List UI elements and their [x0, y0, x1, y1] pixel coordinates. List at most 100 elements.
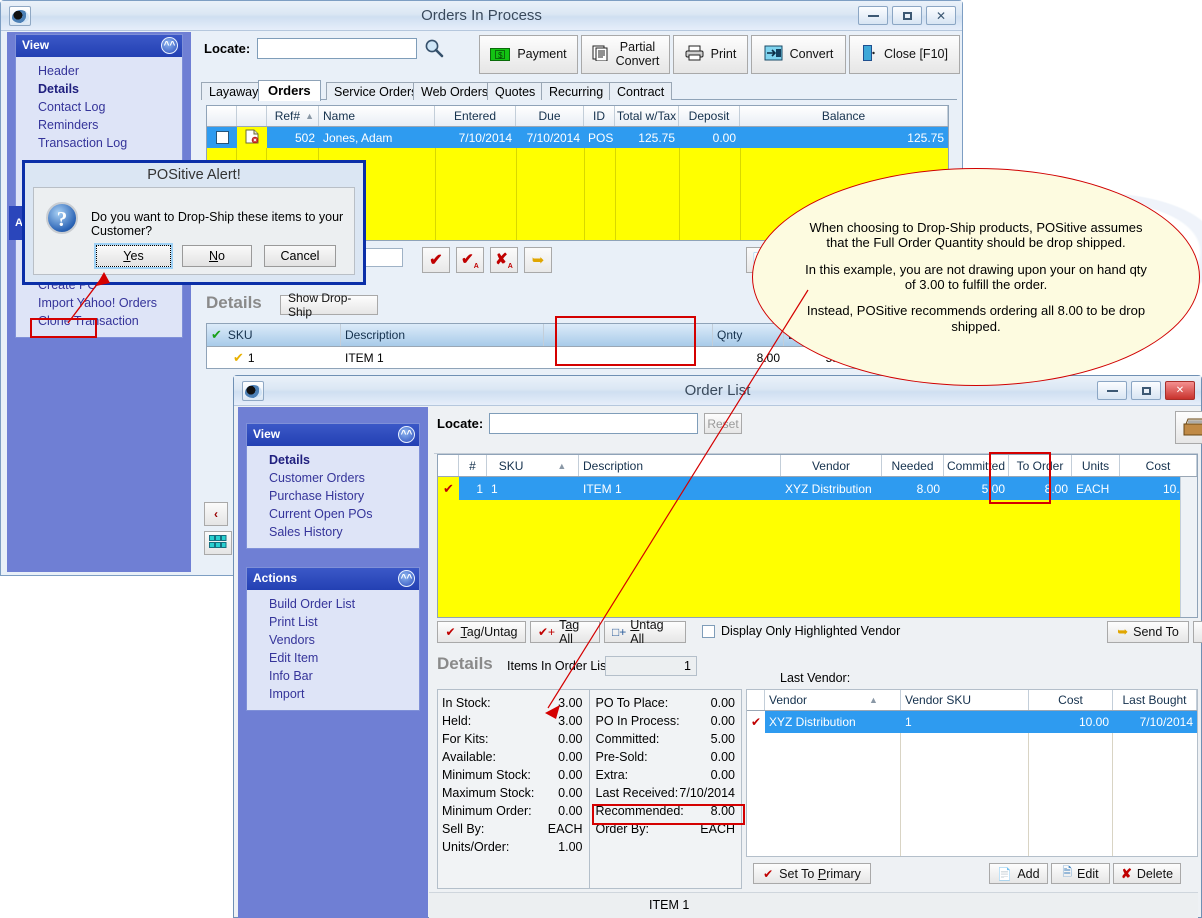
sidebar-item-details[interactable]: Details	[16, 80, 182, 98]
minimize-button[interactable]	[1097, 381, 1127, 400]
sidebar-item-header[interactable]: Header	[16, 62, 182, 80]
column-header-sku[interactable]: SKU	[499, 459, 524, 473]
sidebar-item-current-open-pos[interactable]: Current Open POs	[247, 505, 419, 523]
column-header-num[interactable]: #	[469, 459, 476, 473]
payment-button[interactable]: $ Payment	[479, 35, 578, 74]
sidebar-item-sales-history[interactable]: Sales History	[247, 523, 419, 541]
tab-orders[interactable]: Orders	[258, 80, 321, 101]
sidebar-item-info-bar[interactable]: Info Bar	[247, 667, 419, 685]
order-list-actions-group-header[interactable]: Actions ^^	[247, 568, 419, 590]
create-pos-button[interactable]: Create PO's [F10]	[1175, 411, 1202, 444]
tag-untag-button[interactable]: ✔ Tag/Untag	[437, 621, 526, 643]
column-header-cost[interactable]: Cost	[1146, 459, 1171, 473]
column-header-total[interactable]: Total w/Tax	[617, 109, 676, 123]
table-row[interactable]: ✔ 1 1 ITEM 1 XYZ Distribution 8.00 5.00 …	[438, 477, 1197, 500]
column-header-sku[interactable]: SKU	[228, 328, 253, 342]
orders-nav-prev-button[interactable]: ‹	[204, 502, 228, 526]
vendor-add-button[interactable]: 📄 Add	[989, 863, 1048, 884]
column-header-needed[interactable]: Needed	[891, 459, 933, 473]
tab-recurring[interactable]: Recurring	[541, 82, 612, 100]
row-checkbox[interactable]	[215, 131, 229, 144]
mark-all-button[interactable]: ✔A	[456, 247, 484, 273]
sidebar-item-contact-log[interactable]: Contact Log	[16, 98, 182, 116]
locate-input[interactable]	[257, 38, 417, 59]
reset-button[interactable]: Reset	[704, 413, 742, 434]
sidebar-item-purchase-history[interactable]: Purchase History	[247, 487, 419, 505]
red-check-icon[interactable]: ✔	[443, 481, 454, 497]
print-button[interactable]: Print	[673, 35, 748, 74]
column-header-committed[interactable]: Committed	[947, 459, 1005, 473]
column-header-vendor[interactable]: Vendor	[812, 459, 850, 473]
red-check-icon[interactable]: ✔	[751, 715, 761, 729]
search-icon[interactable]	[423, 38, 445, 59]
chevron-up-icon[interactable]: ^^	[161, 37, 178, 54]
chevron-up-icon[interactable]: ^^	[398, 426, 415, 443]
table-row[interactable]: ✔ XYZ Distribution 1 10.00 7/10/2014	[747, 711, 1197, 733]
column-header-entered[interactable]: Entered	[454, 109, 496, 123]
sidebar-item-build-order-list[interactable]: Build Order List	[247, 595, 419, 613]
grid-vertical-scrollbar[interactable]	[1180, 477, 1197, 617]
column-header-vendor-sku[interactable]: Vendor SKU	[905, 693, 971, 707]
tab-contract[interactable]: Contract	[609, 82, 673, 100]
sidebar-item-details[interactable]: Details	[247, 451, 419, 469]
locate-input[interactable]	[489, 413, 698, 434]
column-header-units[interactable]: Units	[1082, 459, 1109, 473]
tab-service-orders[interactable]: Service Orders	[326, 82, 426, 100]
sidebar-item-transaction-log[interactable]: Transaction Log	[16, 134, 182, 152]
column-header-description[interactable]: Description	[345, 328, 405, 342]
display-only-highlighted-vendor-checkbox[interactable]: Display Only Highlighted Vendor	[702, 624, 900, 638]
convert-button[interactable]: Convert	[751, 35, 846, 74]
sidebar-item-import[interactable]: Import	[247, 685, 419, 703]
checkbox-box[interactable]	[702, 624, 715, 638]
minimize-button[interactable]	[858, 6, 888, 25]
column-header-description[interactable]: Description	[583, 459, 643, 473]
orders-grid-view-button[interactable]	[204, 531, 232, 555]
column-header-name[interactable]: Name	[323, 109, 355, 123]
move-item-button[interactable]: ➥	[524, 247, 552, 273]
sidebar-item-edit-item[interactable]: Edit Item	[247, 649, 419, 667]
tab-quotes[interactable]: Quotes	[487, 82, 544, 100]
column-header-balance[interactable]: Balance	[822, 109, 865, 123]
untag-all-button[interactable]: □+ Untag All	[604, 618, 686, 646]
yes-button[interactable]: Yes	[94, 243, 173, 269]
vendor-delete-button[interactable]: ✘ Delete	[1113, 863, 1181, 884]
close-button[interactable]: ✕	[1165, 381, 1195, 400]
order-list-grid[interactable]: # SKU ▲ Description Vendor Needed Commit…	[437, 454, 1198, 618]
column-header-to-order[interactable]: To Order	[1017, 459, 1064, 473]
tag-all-button[interactable]: ✔+ Tag All	[530, 618, 600, 646]
show-drop-ship-button[interactable]: Show Drop-Ship	[280, 291, 378, 319]
no-button[interactable]: No	[182, 245, 252, 267]
sidebar-item-customer-orders[interactable]: Customer Orders	[247, 469, 419, 487]
tab-web-orders[interactable]: Web Orders	[413, 82, 497, 100]
close-f10-button[interactable]: Close [F10]	[849, 35, 960, 74]
column-header-id[interactable]: ID	[593, 109, 605, 123]
partial-convert-button[interactable]: Partial Convert	[581, 35, 670, 74]
order-list-view-group-header[interactable]: View ^^	[247, 424, 419, 446]
vendor-edit-button[interactable]: 🗎 Edit	[1051, 863, 1110, 884]
send-to-button[interactable]: ➥ Send To	[1107, 621, 1189, 643]
column-header-due[interactable]: Due	[538, 109, 560, 123]
vendor-grid[interactable]: Vendor ▲ Vendor SKU Cost Last Bought ✔ X…	[746, 689, 1198, 857]
table-row[interactable]: 502 Jones, Adam 7/10/2014 7/10/2014 POS …	[207, 127, 948, 148]
sidebar-item-import-yahoo-orders[interactable]: Import Yahoo! Orders	[16, 294, 182, 312]
set-to-primary-button[interactable]: ✔ Set To Primary	[753, 863, 871, 884]
add-button[interactable]: 📄 Add	[1193, 621, 1202, 643]
column-header-cost[interactable]: Cost	[1058, 693, 1083, 707]
column-header-qnty[interactable]: Qnty	[717, 328, 742, 342]
cancel-button[interactable]: Cancel	[264, 245, 336, 267]
column-header-last-bought[interactable]: Last Bought	[1122, 693, 1186, 707]
sidebar-item-print-list[interactable]: Print List	[247, 613, 419, 631]
close-button[interactable]: ✕	[926, 6, 956, 25]
chevron-up-icon[interactable]: ^^	[398, 570, 415, 587]
orders-view-group-header[interactable]: View ^^	[16, 35, 182, 57]
maximize-button[interactable]	[892, 6, 922, 25]
order-list-titlebar[interactable]: Order List ✕	[234, 376, 1201, 406]
sidebar-item-vendors[interactable]: Vendors	[247, 631, 419, 649]
column-header-ref[interactable]: Ref#	[275, 109, 300, 123]
maximize-button[interactable]	[1131, 381, 1161, 400]
mark-item-button[interactable]: ✔	[422, 247, 450, 273]
sidebar-item-clone-transaction[interactable]: Clone Transaction	[16, 312, 182, 330]
column-header-deposit[interactable]: Deposit	[689, 109, 730, 123]
orders-window-titlebar[interactable]: Orders In Process ✕	[1, 1, 962, 31]
unmark-all-button[interactable]: ✘A	[490, 247, 518, 273]
